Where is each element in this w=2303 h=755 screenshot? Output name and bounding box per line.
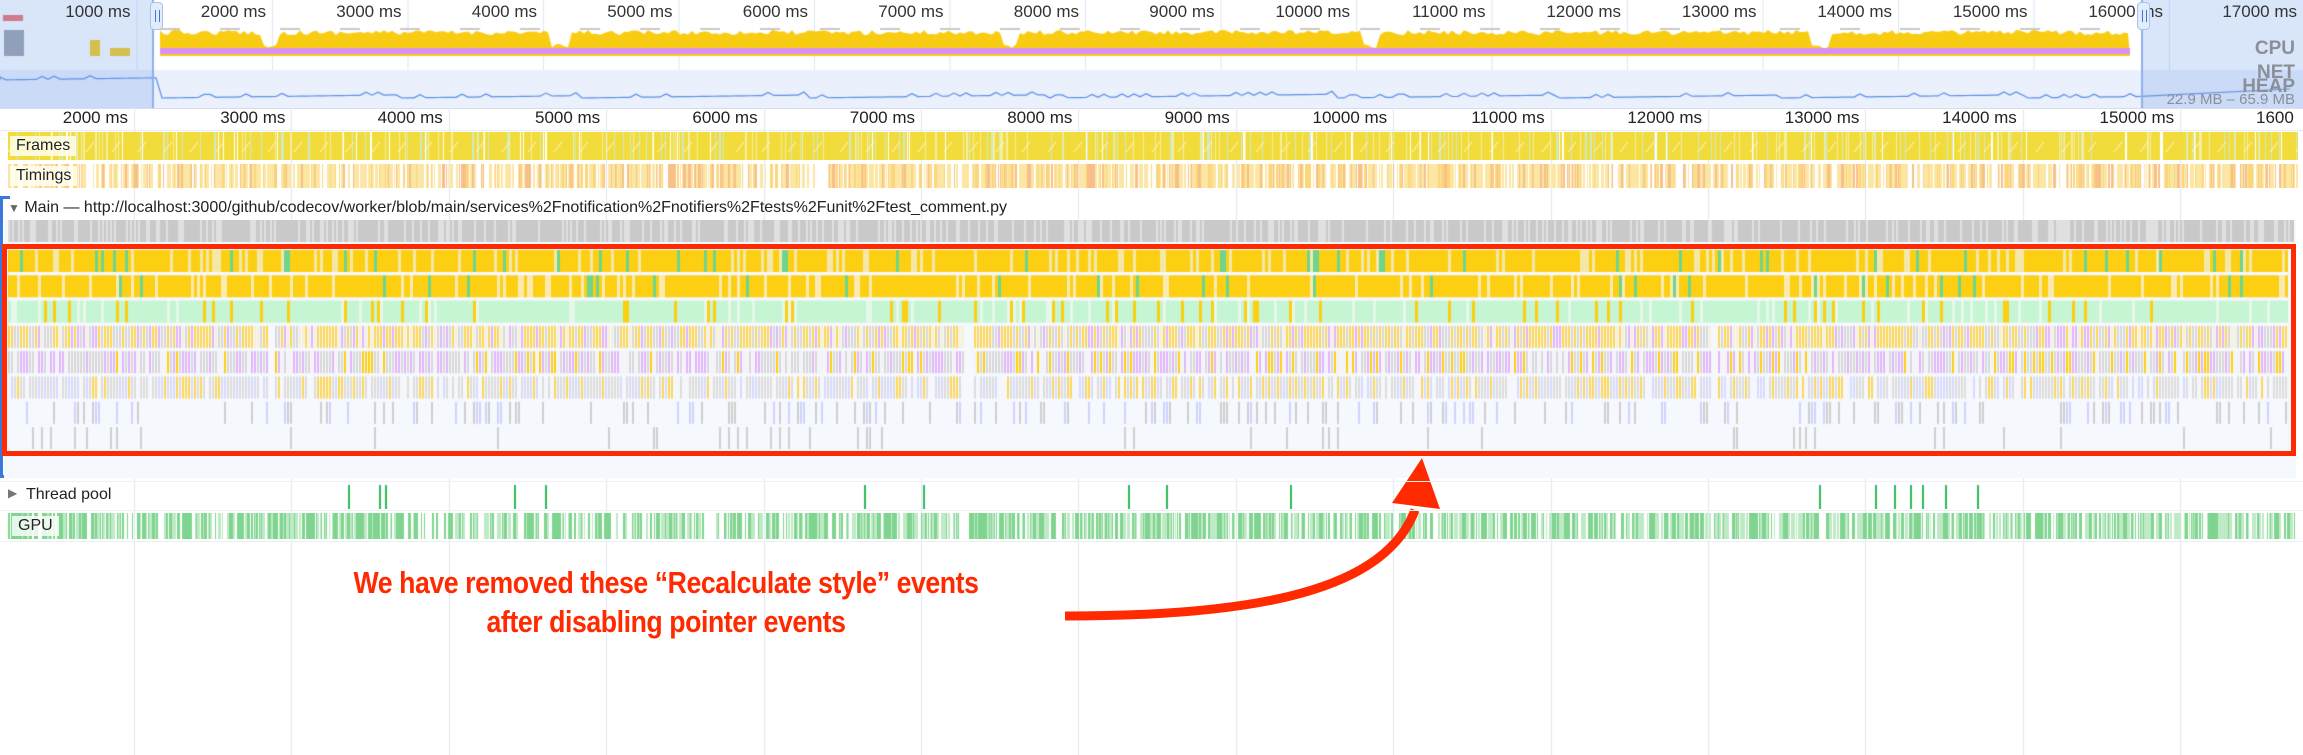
arrow-shaft — [1064, 508, 1420, 621]
arrow-annotation-icon — [1064, 458, 1440, 621]
thread-pool-track[interactable]: ▶ Thread pool — [0, 481, 2303, 511]
thread-pool-label: Thread pool — [26, 486, 112, 503]
expand-triangle-icon[interactable]: ▶ — [8, 486, 17, 500]
